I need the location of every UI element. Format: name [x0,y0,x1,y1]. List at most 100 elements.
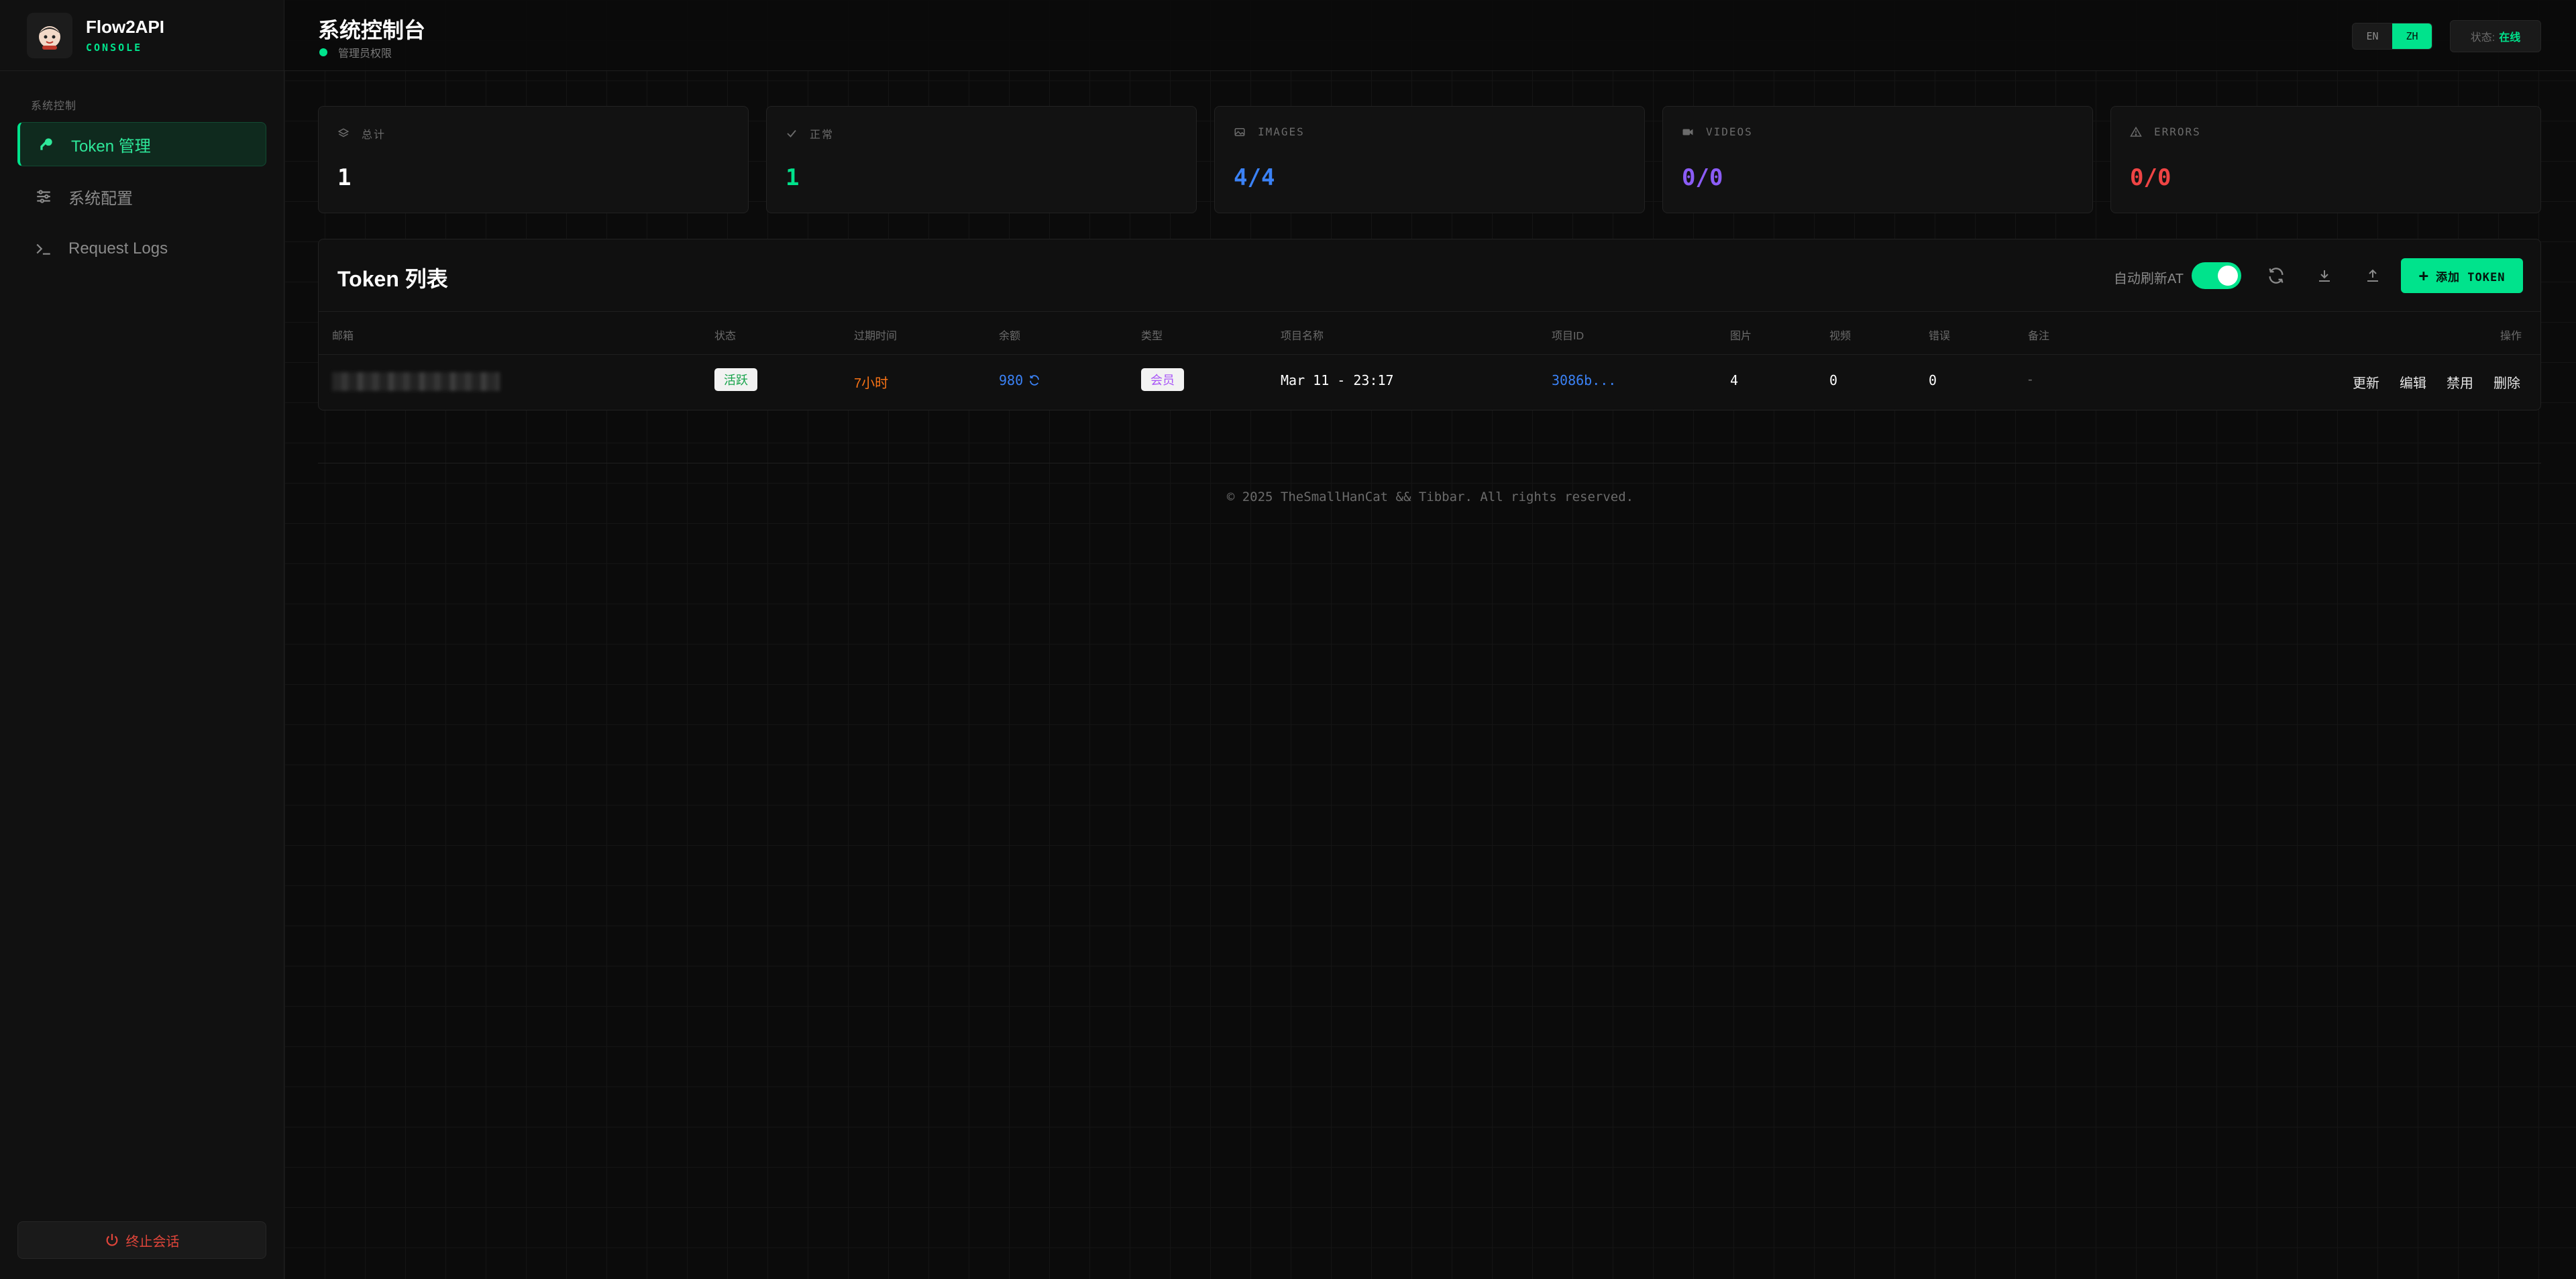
stat-label: ERRORS [2154,125,2201,138]
upload-icon [2367,269,2378,282]
footer-copyright: © 2025 TheSmallHanCat && Tibbar. All rig… [1226,490,1634,504]
column-header: 视频 [1829,331,1851,342]
status-badge: 活跃 [714,368,757,391]
lang-en-button[interactable]: EN [2353,23,2392,49]
project-name-cell: Mar 11 - 23:17 [1281,372,1394,388]
status-badge: 状态: 在线 [2450,20,2541,52]
token-table-panel: Token 列表 自动刷新AT + 添加 TOKEN 邮箱 状态 过期时间 余额… [318,239,2541,410]
stat-value: 4/4 [1234,164,1275,191]
column-header: 余额 [999,331,1021,342]
brand-title: Flow2API [86,17,165,37]
update-button[interactable]: 更新 [2353,372,2379,392]
sidebar-nav: Token 管理 系统配置 Request Logs [0,113,284,271]
refresh-icon [2269,268,2284,284]
sidebar-item-token-management[interactable]: Token 管理 [17,122,266,166]
power-icon [105,1233,119,1247]
add-token-button[interactable]: + 添加 TOKEN [2401,258,2523,293]
column-header: 项目名称 [1281,331,1324,342]
column-header: 项目ID [1552,331,1585,342]
status-value: 在线 [2499,32,2521,44]
auto-refresh-toggle[interactable] [2192,262,2241,289]
export-button[interactable] [2361,264,2385,288]
stat-value: 1 [786,164,800,191]
sidebar-item-system-config[interactable]: 系统配置 [17,174,266,219]
brand: Flow2API CONSOLE [0,0,284,71]
online-dot-icon [319,48,327,56]
sidebar-item-request-logs[interactable]: Request Logs [17,227,266,271]
column-header: 邮箱 [332,331,354,342]
lang-zh-button[interactable]: ZH [2392,23,2432,49]
stat-label: 正常 [810,128,835,141]
stat-value: 1 [337,164,352,191]
edit-button[interactable]: 编辑 [2400,372,2426,392]
sidebar: Flow2API CONSOLE 系统控制 Token 管理 系统配置 Requ… [0,0,284,1279]
column-header: 操作 [2500,331,2522,342]
video-icon [1682,126,1694,138]
warning-icon [2130,126,2142,138]
status-label: 状态: [2470,32,2496,44]
brand-logo [27,12,72,58]
refresh-button[interactable] [2264,264,2288,288]
stat-card-errors: ERRORS 0/0 [2110,106,2541,213]
logout-button[interactable]: 终止会话 [17,1221,266,1259]
column-header: 图片 [1730,331,1752,342]
key-icon [36,134,56,154]
column-header: 过期时间 [854,331,898,342]
stat-value: 0/0 [2130,164,2171,191]
delete-button[interactable]: 删除 [2493,372,2520,392]
note-cell: - [2028,372,2033,387]
stat-value: 0/0 [1682,164,1723,191]
balance-value: 980 [999,372,1024,388]
download-icon [2319,270,2330,282]
page-title: 系统控制台 [318,18,426,42]
sidebar-item-label: 系统配置 [68,189,133,208]
terminal-icon [34,239,54,259]
column-header: 类型 [1141,331,1163,342]
row-actions: 更新 编辑 禁用 删除 [2353,372,2520,392]
logout-label: 终止会话 [125,1234,180,1249]
expires-cell: 7小时 [854,376,889,391]
plus-icon: + [2418,266,2430,285]
disable-button[interactable]: 禁用 [2447,372,2473,392]
stats-row: 总计 1 正常 1 IMAGES 4/4 VIDEOS 0/0 ERRORS 0… [318,106,2541,213]
language-switch: EN ZH [2352,23,2432,50]
type-badge: 会员 [1141,368,1184,391]
refresh-balance-icon[interactable] [1028,374,1040,386]
image-icon [1234,126,1246,138]
stat-label: VIDEOS [1706,125,1753,138]
sliders-icon [34,186,54,207]
main-content: 系统控制台 管理员权限 EN ZH 状态: 在线 总计 1 正常 1 IMAGE… [284,0,2576,1279]
check-icon [786,127,798,140]
images-cell: 4 [1730,372,1739,388]
column-header: 备注 [2028,331,2050,342]
project-id-link[interactable]: 3086b... [1552,372,1616,388]
errors-cell: 0 [1929,372,1937,388]
mascot-icon [39,25,60,50]
sidebar-item-label: Token 管理 [71,137,151,156]
videos-cell: 0 [1829,372,1838,388]
import-button[interactable] [2312,264,2337,288]
brand-subtitle: CONSOLE [86,42,143,54]
stat-label: 总计 [362,128,386,141]
layers-icon [337,127,350,140]
balance-cell: 980 [999,372,1040,388]
page-subtitle: 管理员权限 [319,44,392,60]
table-head: 邮箱 状态 过期时间 余额 类型 项目名称 项目ID 图片 视频 错误 备注 操… [319,312,2540,355]
sidebar-section-label: 系统控制 [31,101,77,112]
token-table-header: Token 列表 自动刷新AT + 添加 TOKEN [319,239,2540,312]
stat-card-normal: 正常 1 [766,106,1197,213]
stat-card-images: IMAGES 4/4 [1214,106,1645,213]
stat-label: IMAGES [1258,125,1305,138]
add-token-label: 添加 TOKEN [2436,270,2506,284]
column-header: 错误 [1929,331,1951,342]
stat-card-total: 总计 1 [318,106,749,213]
role-label: 管理员权限 [338,48,392,60]
sidebar-item-label: Request Logs [68,239,168,258]
stat-card-videos: VIDEOS 0/0 [1662,106,2093,213]
top-bar: 系统控制台 管理员权限 EN ZH 状态: 在线 [284,0,2576,71]
email-redacted [332,372,500,391]
token-table-title: Token 列表 [337,267,448,291]
table-row: 活跃 7小时 980 会员 Mar 11 - 23:17 3086b... 4 … [319,355,2540,410]
auto-refresh-label: 自动刷新AT [2113,272,2184,286]
column-header: 状态 [714,331,737,342]
